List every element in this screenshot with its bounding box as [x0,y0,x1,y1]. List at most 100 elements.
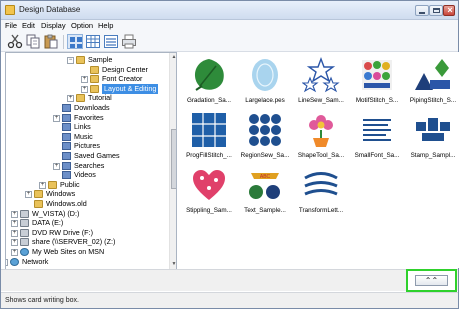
tree-item-label: Saved Games [74,151,120,160]
scroll-down-icon[interactable]: ▼ [171,261,176,268]
menu-option[interactable]: Option [71,21,93,30]
collapse-panel-highlight: ⌃⌃ [406,269,457,292]
toolbar [1,31,458,52]
tree-item-label: W_VISTA) (D:) [32,208,80,218]
design-card[interactable]: MotifStitch_S... [349,54,405,110]
menu-edit[interactable]: Edit [22,21,35,30]
lib-icon [62,152,71,160]
tree-item[interactable]: − Sample [6,55,168,65]
stars-thumbnail-icon [302,56,340,94]
tree-item[interactable]: + Windows [6,189,168,199]
expand-icon[interactable]: + [39,181,46,189]
heart-thumbnail-icon [190,166,228,204]
scroll-thumb[interactable] [171,129,176,189]
close-button[interactable]: × [443,5,455,16]
design-card[interactable]: Largelace.pes [237,54,293,110]
expand-icon[interactable]: + [11,249,18,256]
tree-item[interactable]: + Public [6,180,168,190]
tree-item[interactable]: + Network [6,257,168,267]
minimize-button[interactable] [415,5,429,16]
tree-item[interactable]: + Searches [6,161,168,171]
tree-item[interactable]: Saved Games [6,151,168,161]
design-card[interactable]: ProgFillStitch_... [181,109,237,165]
drive-icon [20,219,29,228]
scroll-up-icon[interactable]: ▲ [171,54,176,61]
tree-item[interactable]: + Favorites [6,113,168,123]
drive-icon [20,228,29,237]
expand-icon[interactable]: + [11,210,18,218]
tree-item-label: share (\\SERVER_02) (Z:) [32,237,116,247]
lib-icon [62,113,71,122]
design-card[interactable]: TransformLett... [293,164,349,220]
tree-item[interactable]: Pictures [6,141,168,151]
large-icons-view-button[interactable] [67,34,83,49]
design-card[interactable]: LineSew_Sam... [293,54,349,110]
lib-icon [62,171,71,180]
cut-button[interactable] [7,34,23,49]
stamp-thumbnail-icon [414,111,452,149]
design-card[interactable]: SmallFont_Sa... [349,109,405,165]
design-card[interactable]: PipingStitch_S... [405,54,459,110]
expand-icon[interactable]: + [53,114,60,122]
tree-item[interactable]: + W_VISTA) (D:) [6,209,168,219]
print-button[interactable] [121,34,137,49]
flower-thumbnail-icon [302,111,340,149]
tree-item[interactable]: Music [6,132,168,142]
title-bar: Design Database × [1,1,458,20]
maximize-icon [433,8,440,13]
menu-display[interactable]: Display [41,21,66,30]
menu-help[interactable]: Help [98,21,113,30]
copy-button[interactable] [25,34,41,49]
maximize-button[interactable] [429,5,443,16]
tree-vertical-scrollbar[interactable]: ▲ ▼ [169,53,176,269]
tree-item-label: Music [74,131,93,141]
tree-item[interactable]: + Font Creator [6,74,168,84]
tree-item[interactable]: + Tutorial [6,93,168,103]
tree-item[interactable]: + DVD RW Drive (F:) [6,228,168,238]
design-card[interactable]: Stippling_Sam... [181,164,237,220]
tree-item[interactable]: Links [6,122,168,132]
expand-icon[interactable]: + [11,239,18,247]
collapse-icon[interactable]: − [67,57,74,64]
design-card[interactable]: RegionSew_Sa... [237,109,293,165]
tree-item-label: Windows.old [46,199,87,208]
transform-thumbnail-icon [302,166,340,204]
expand-icon[interactable]: + [25,191,32,199]
expand-icon[interactable]: + [81,76,88,84]
design-card-caption: SmallFont_Sa... [354,152,400,159]
net-icon [20,248,29,256]
design-card-caption: PipingStitch_S... [409,97,457,104]
design-card[interactable]: Stamp_Sampl... [405,109,459,165]
folder-icon [48,180,57,189]
list-view-button[interactable] [103,34,119,49]
expand-icon[interactable]: + [6,258,8,266]
tree-item[interactable]: + Layout & Editing [6,83,168,94]
menu-file[interactable]: File [5,21,17,30]
expand-icon[interactable]: + [67,95,74,103]
tree-item[interactable]: + My Web Sites on MSN [6,247,168,257]
expand-icon[interactable]: + [11,229,18,237]
tree-item[interactable]: Videos [6,170,168,180]
tree-item[interactable]: Windows.old [6,199,168,209]
design-card[interactable]: ABC Text_Sample... [237,164,293,220]
design-card[interactable]: Gradation_Sa... [181,54,237,110]
collapse-panel-button[interactable]: ⌃⌃ [415,275,448,286]
list-view-icon [104,35,118,48]
tree-item-label: Favorites [74,112,104,122]
paste-button[interactable] [43,34,59,49]
window-title: Design Database [19,5,81,14]
tree-item[interactable]: Design Center [6,65,168,75]
expand-icon[interactable]: + [11,220,18,228]
expand-icon[interactable]: + [53,162,60,170]
design-card[interactable]: ShapeTool_Sa... [293,109,349,165]
tree-item[interactable]: + DATA (E:) [6,218,168,228]
tree-item-label: Public [60,179,80,189]
expand-icon[interactable]: + [81,85,88,93]
lib-icon [62,132,71,141]
design-card-caption: ShapeTool_Sa... [297,152,345,159]
tree-item[interactable]: + share (\\SERVER_02) (Z:) [6,237,168,247]
tree-item[interactable]: Downloads [6,103,168,113]
small-icons-view-button[interactable] [85,34,101,49]
folder-tree[interactable]: − Sample Design Center + Font Creator + Layout… [5,52,177,279]
design-card-caption: Gradation_Sa... [186,97,232,104]
